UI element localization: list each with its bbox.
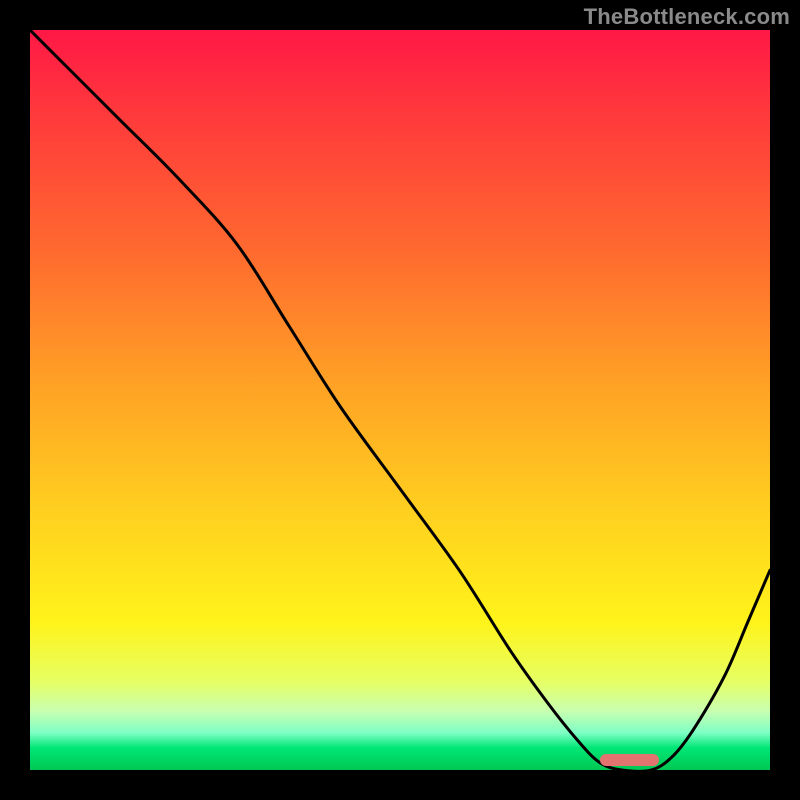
chart-stage: TheBottleneck.com xyxy=(0,0,800,800)
curve-path xyxy=(30,30,770,770)
optimal-range-marker xyxy=(600,754,659,766)
watermark-text: TheBottleneck.com xyxy=(584,4,790,30)
bottleneck-curve xyxy=(30,30,770,770)
plot-area xyxy=(30,30,770,770)
